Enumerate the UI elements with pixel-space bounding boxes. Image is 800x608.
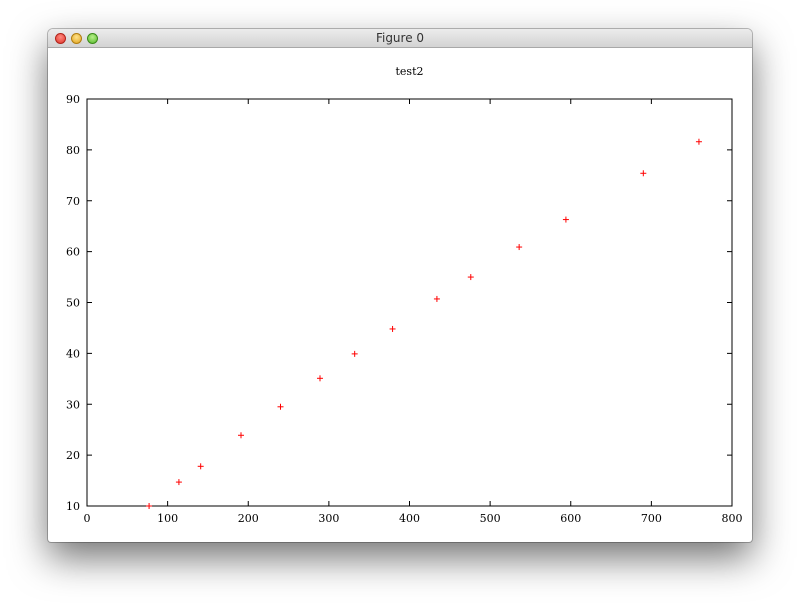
- data-point: [389, 325, 396, 332]
- data-point: [237, 432, 244, 439]
- y-tick-label: 40: [66, 347, 80, 360]
- axis-ticks: 0 100 200 300 400 500 600 700 800 10 20 30 40 50 60 70 8…: [66, 93, 743, 525]
- x-tick-label: 400: [399, 512, 420, 525]
- plot-area: test2 0 100 200 300 400 500 600 700 800 10 20 30 40 5…: [48, 48, 752, 542]
- x-tick-label: 0: [84, 512, 91, 525]
- data-point: [695, 138, 702, 145]
- window-titlebar[interactable]: Figure 0: [48, 29, 752, 48]
- y-tick-label: 90: [66, 93, 80, 106]
- y-tick-label: 20: [66, 449, 80, 462]
- x-tick-label: 200: [238, 512, 259, 525]
- y-tick-label: 60: [66, 246, 80, 259]
- scatter-chart: test2 0 100 200 300 400 500 600 700 800 10 20 30 40 5…: [66, 65, 743, 525]
- x-tick-label: 600: [560, 512, 581, 525]
- y-tick-label: 30: [66, 398, 80, 411]
- data-point: [640, 170, 647, 177]
- data-points: [146, 138, 702, 509]
- x-tick-label: 500: [480, 512, 501, 525]
- data-point: [467, 274, 474, 281]
- data-point: [197, 463, 204, 470]
- y-tick-label: 70: [66, 195, 80, 208]
- y-tick-label: 10: [66, 500, 80, 513]
- x-tick-label: 700: [641, 512, 662, 525]
- figure-window: Figure 0 test2 0 100 200 300 400 500 600 700 800…: [48, 29, 752, 542]
- data-point: [317, 375, 324, 382]
- data-point: [277, 403, 284, 410]
- x-tick-label: 300: [318, 512, 339, 525]
- data-point: [146, 503, 153, 509]
- y-tick-label: 50: [66, 297, 80, 310]
- window-title: Figure 0: [375, 31, 425, 45]
- plot-frame: [86, 98, 733, 507]
- x-tick-label: 800: [722, 512, 743, 525]
- data-point: [351, 350, 358, 357]
- data-point: [175, 479, 182, 486]
- y-tick-label: 80: [66, 144, 80, 157]
- data-point: [516, 244, 523, 251]
- x-tick-label: 100: [157, 512, 178, 525]
- data-point: [433, 295, 440, 302]
- data-point: [562, 216, 569, 223]
- chart-title: test2: [396, 65, 424, 78]
